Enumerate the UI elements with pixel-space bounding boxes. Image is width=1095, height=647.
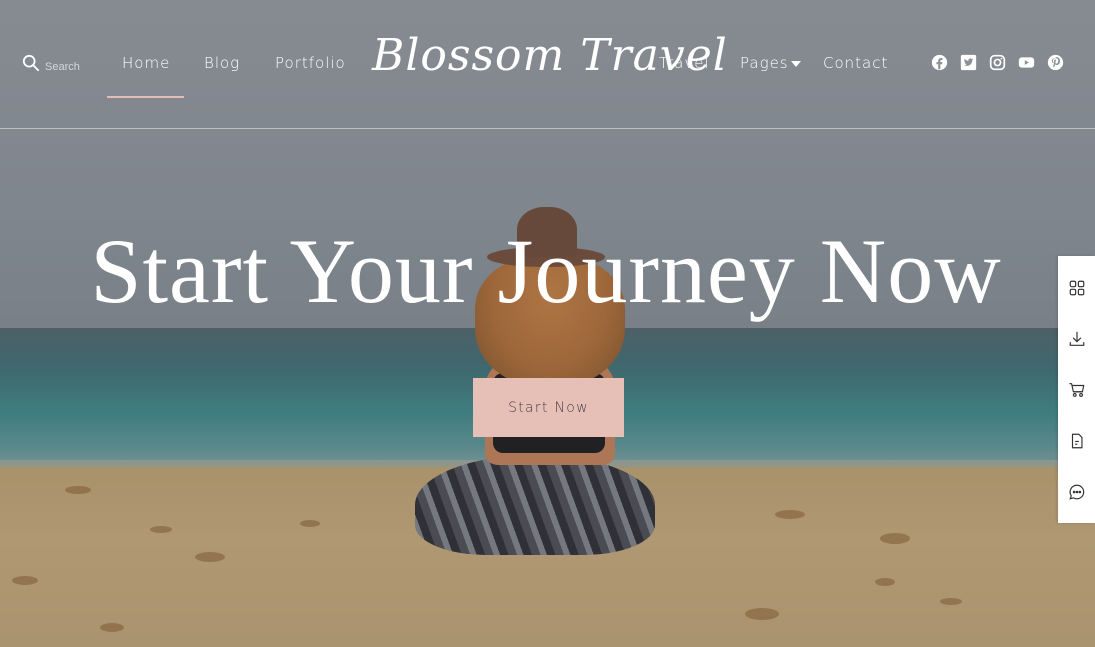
hero-title: Start Your Journey Now [90, 220, 1002, 322]
nav-item-travel[interactable]: Travel [659, 54, 710, 72]
social-links [931, 54, 1064, 71]
youtube-icon[interactable] [1018, 54, 1035, 71]
nav-item-blog[interactable]: Blog [204, 54, 240, 72]
search-label: Search [45, 61, 80, 73]
toolbar-grid-button[interactable] [1058, 266, 1095, 310]
start-now-button[interactable]: Start Now [473, 378, 624, 437]
site-header: Search Home Blog Portfolio Blossom Trave… [0, 0, 1095, 129]
floating-toolbar [1058, 256, 1095, 523]
nav-item-portfolio[interactable]: Portfolio [275, 54, 346, 72]
nav-item-home[interactable]: Home [122, 54, 170, 72]
nav-item-contact[interactable]: Contact [823, 54, 888, 72]
twitter-icon[interactable] [960, 54, 977, 71]
nav-item-pages[interactable]: Pages [740, 54, 801, 72]
search-button[interactable]: Search [22, 54, 80, 77]
active-nav-underline [107, 96, 184, 98]
facebook-icon[interactable] [931, 54, 948, 71]
chevron-down-icon [790, 60, 801, 67]
pinterest-icon[interactable] [1047, 54, 1064, 71]
toolbar-document-button[interactable] [1058, 419, 1095, 463]
search-icon [22, 54, 40, 77]
download-icon [1069, 331, 1084, 346]
instagram-icon[interactable] [989, 54, 1006, 71]
cart-icon [1068, 382, 1084, 397]
chat-icon [1068, 484, 1084, 500]
nav-item-pages-label: Pages [740, 54, 789, 72]
document-icon [1071, 433, 1083, 448]
toolbar-cart-button[interactable] [1058, 368, 1095, 412]
toolbar-download-button[interactable] [1058, 317, 1095, 361]
toolbar-chat-button[interactable] [1058, 470, 1095, 514]
grid-icon [1069, 280, 1084, 295]
